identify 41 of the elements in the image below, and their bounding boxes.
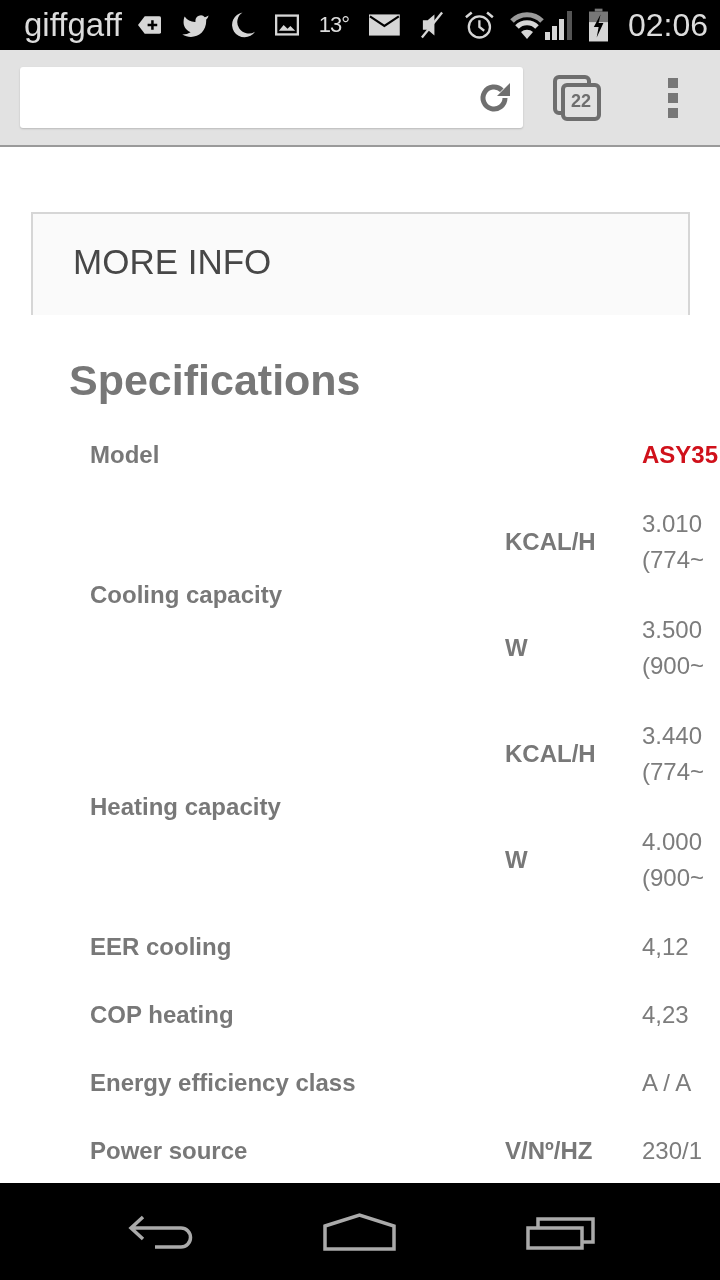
spec-value: 4.000 (900~: [642, 827, 706, 893]
battery-charging-icon: [588, 8, 608, 42]
spec-value: 230/1: [642, 1136, 703, 1166]
url-field[interactable]: [20, 67, 523, 128]
spec-label: Model: [90, 440, 160, 470]
temperature-text: 13°: [318, 12, 350, 38]
spec-label: Heating capacity: [90, 792, 281, 822]
spec-label: Energy efficiency class: [90, 1068, 356, 1098]
spec-unit: W: [505, 633, 528, 663]
spec-label: Power source: [90, 1136, 248, 1166]
spec-label: COP heating: [90, 1000, 234, 1030]
spec-value: 3.500 (900~: [642, 615, 706, 681]
spec-unit: KCAL/H: [505, 739, 596, 769]
image-icon: [274, 14, 299, 36]
carrier-name: giffgaff: [24, 5, 122, 45]
spec-value: A / A: [642, 1068, 692, 1098]
spec-label: Cooling capacity: [90, 580, 283, 610]
mute-icon: [419, 11, 444, 39]
moon-icon: [229, 11, 255, 39]
clock-time: 02:06: [627, 6, 708, 45]
spec-value: 3.010 (774~: [642, 509, 706, 575]
spec-unit: KCAL/H: [505, 527, 596, 557]
home-icon[interactable]: [323, 1212, 396, 1251]
alarm-clock-icon: [463, 10, 495, 40]
tabs-button[interactable]: 22: [553, 74, 601, 121]
wifi-icon: [508, 12, 545, 40]
spec-label: EER cooling: [90, 932, 232, 962]
spec-value: 4,12: [642, 932, 689, 962]
signal-icon: [544, 10, 575, 40]
panel-title: MORE INFO: [73, 241, 272, 283]
spec-value: ASY35: [642, 440, 719, 470]
back-icon[interactable]: [127, 1213, 193, 1250]
spec-value: 3.440 (774~: [642, 721, 706, 787]
overflow-menu-icon[interactable]: [667, 77, 679, 118]
spec-unit: W: [505, 845, 528, 875]
plus-tag-icon: [137, 16, 161, 34]
stacked-squares-icon: [553, 74, 601, 121]
mail-icon: [369, 14, 400, 36]
spec-value: 4,23: [642, 1000, 689, 1030]
section-heading: Specifications: [69, 355, 361, 405]
spec-unit: V/Nº/HZ: [505, 1136, 593, 1166]
